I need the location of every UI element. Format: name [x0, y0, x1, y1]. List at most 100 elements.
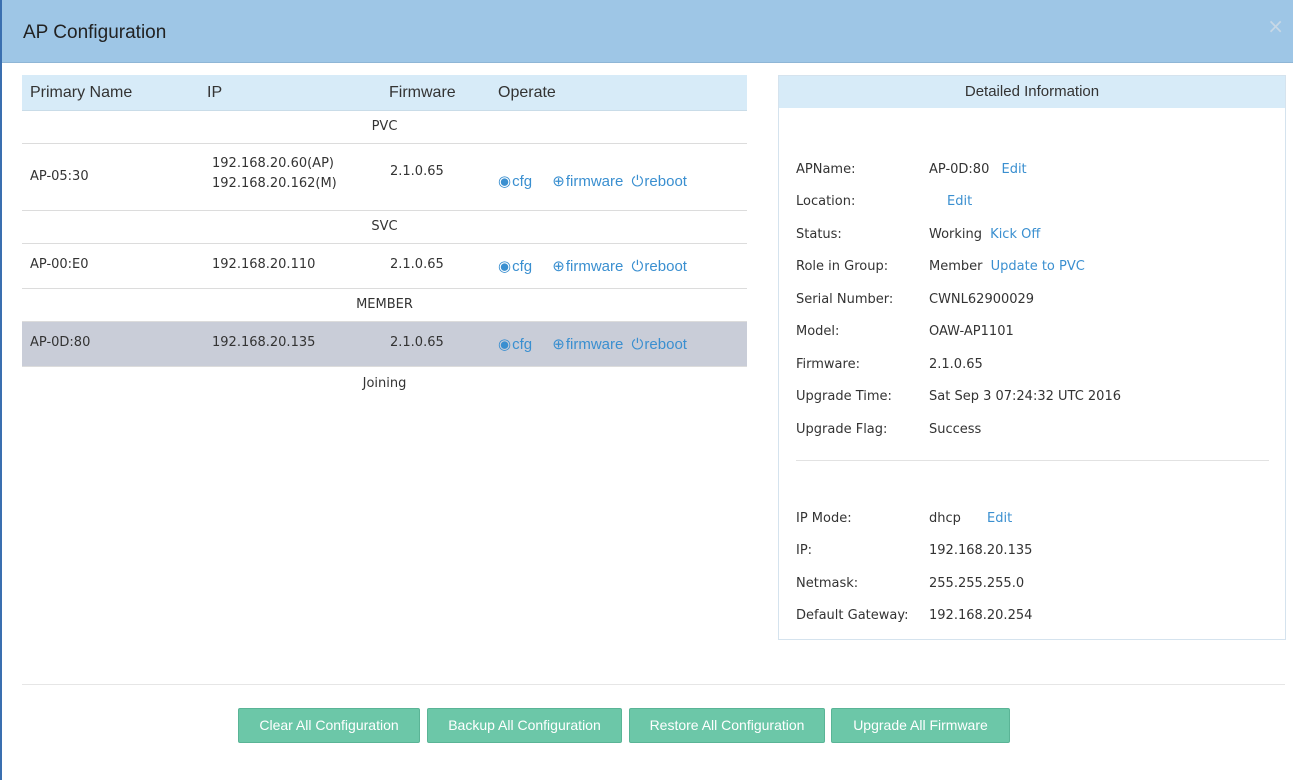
- ap-name: AP-05:30: [30, 169, 89, 184]
- backup-all-configuration-button[interactable]: Backup All Configuration: [427, 708, 622, 743]
- upload-icon: ⊕: [552, 258, 565, 275]
- ap-ip: 192.168.20.110: [212, 257, 316, 272]
- ap-ip-primary: 192.168.20.60(AP): [212, 156, 334, 171]
- ap-name: AP-0D:80: [30, 335, 91, 350]
- cfg-link[interactable]: ◉cfg: [498, 335, 532, 353]
- col-primary-name: Primary Name: [30, 84, 133, 101]
- dialog-header: AP Configuration ×: [2, 0, 1293, 63]
- group-svc: SVC: [22, 211, 747, 244]
- close-icon[interactable]: ×: [1267, 14, 1284, 38]
- ip-value: 192.168.20.135: [929, 543, 1033, 558]
- status-value: Working Kick Off: [929, 227, 1040, 242]
- firmware-label: firmware: [565, 173, 624, 190]
- detail-title: Detailed Information: [779, 76, 1285, 108]
- edit-apname-link[interactable]: Edit: [1001, 162, 1026, 177]
- ip-mode-text: dhcp: [929, 511, 961, 526]
- ip-mode-label: IP Mode:: [796, 511, 852, 526]
- ap-table: Primary Name IP Firmware Operate PVC AP-…: [22, 75, 747, 401]
- serial-value: CWNL62900029: [929, 292, 1035, 307]
- power-icon: ⏻: [631, 173, 644, 190]
- group-pvc: PVC: [22, 111, 747, 144]
- divider: [796, 460, 1269, 461]
- cfg-label: cfg: [512, 336, 533, 353]
- table-header: Primary Name IP Firmware Operate: [22, 75, 747, 111]
- power-icon: ⏻: [631, 258, 644, 275]
- detail-panel: Detailed Information APName: AP-0D:80 Ed…: [778, 75, 1286, 640]
- apname-value: AP-0D:80 Edit: [929, 162, 1027, 177]
- status-label: Status:: [796, 227, 842, 242]
- ap-ip-secondary: 192.168.20.162(M): [212, 176, 337, 191]
- cfg-label: cfg: [512, 258, 533, 275]
- ap-ip: 192.168.20.60(AP) 192.168.20.162(M): [212, 154, 337, 194]
- reboot-link[interactable]: ⏻reboot: [632, 336, 687, 353]
- eye-icon: ◉: [498, 173, 512, 190]
- group-joining: Joining: [362, 376, 407, 391]
- apname-label: APName:: [796, 162, 856, 177]
- gateway-label: Default Gateway:: [796, 608, 909, 623]
- table-row-selected[interactable]: AP-0D:80 192.168.20.135 2.1.0.65 ◉cfg ⊕f…: [22, 322, 747, 367]
- eye-icon: ◉: [498, 258, 512, 275]
- ap-firmware: 2.1.0.65: [390, 164, 444, 179]
- cfg-label: cfg: [512, 173, 533, 190]
- update-to-pvc-link[interactable]: Update to PVC: [991, 259, 1085, 274]
- col-operate: Operate: [498, 84, 556, 101]
- ap-firmware: 2.1.0.65: [390, 335, 444, 350]
- group-member: MEMBER: [22, 289, 747, 322]
- reboot-label: reboot: [644, 336, 687, 353]
- eye-icon: ◉: [498, 336, 512, 353]
- row-operations: ◉cfg ⊕firmware ⏻reboot: [498, 335, 687, 353]
- role-value: Member Update to PVC: [929, 259, 1085, 274]
- cfg-link[interactable]: ◉cfg: [498, 257, 532, 275]
- upgrade-flag-label: Upgrade Flag:: [796, 422, 888, 437]
- clear-all-configuration-button[interactable]: Clear All Configuration: [238, 708, 420, 743]
- edit-location-link[interactable]: Edit: [947, 194, 972, 209]
- gateway-value: 192.168.20.254: [929, 608, 1033, 623]
- power-icon: ⏻: [631, 336, 644, 353]
- dialog-title: AP Configuration: [23, 22, 167, 43]
- ap-ip: 192.168.20.135: [212, 335, 316, 350]
- upgrade-time-label: Upgrade Time:: [796, 389, 892, 404]
- kick-off-link[interactable]: Kick Off: [990, 227, 1040, 242]
- status-text: Working: [929, 227, 983, 242]
- firmware-label: firmware: [565, 258, 624, 275]
- ap-name: AP-00:E0: [30, 257, 89, 272]
- netmask-value: 255.255.255.0: [929, 576, 1025, 591]
- ip-mode-value: dhcp Edit: [929, 511, 1012, 526]
- role-label: Role in Group:: [796, 259, 889, 274]
- firmware-link[interactable]: ⊕firmware: [552, 335, 623, 353]
- left-border: [0, 0, 2, 780]
- table-row[interactable]: AP-00:E0 192.168.20.110 2.1.0.65 ◉cfg ⊕f…: [22, 244, 747, 289]
- serial-label: Serial Number:: [796, 292, 894, 307]
- reboot-link[interactable]: ⏻reboot: [632, 258, 687, 275]
- table-row[interactable]: AP-05:30 192.168.20.60(AP) 192.168.20.16…: [22, 144, 747, 211]
- apname-text: AP-0D:80: [929, 162, 990, 177]
- row-operations: ◉cfg ⊕firmware ⏻reboot: [498, 257, 687, 275]
- row-operations: ◉cfg ⊕firmware ⏻reboot: [498, 172, 687, 190]
- upload-icon: ⊕: [552, 336, 565, 353]
- model-value: OAW-AP1101: [929, 324, 1014, 339]
- role-text: Member: [929, 259, 983, 274]
- firmware-link[interactable]: ⊕firmware: [552, 172, 623, 190]
- ip-label: IP:: [796, 543, 813, 558]
- reboot-label: reboot: [644, 173, 687, 190]
- firmware-label: firmware: [565, 336, 624, 353]
- location-label: Location:: [796, 194, 856, 209]
- upgrade-all-firmware-button[interactable]: Upgrade All Firmware: [831, 708, 1010, 743]
- restore-all-configuration-button[interactable]: Restore All Configuration: [629, 708, 825, 743]
- ap-firmware: 2.1.0.65: [390, 257, 444, 272]
- upgrade-time-value: Sat Sep 3 07:24:32 UTC 2016: [929, 389, 1121, 404]
- edit-ip-mode-link[interactable]: Edit: [987, 511, 1012, 526]
- upload-icon: ⊕: [552, 173, 565, 190]
- upgrade-flag-value: Success: [929, 422, 982, 437]
- firmware-label: Firmware:: [796, 357, 860, 372]
- col-ip: IP: [207, 84, 223, 101]
- cfg-link[interactable]: ◉cfg: [498, 172, 532, 190]
- reboot-link[interactable]: ⏻reboot: [632, 173, 687, 190]
- col-firmware: Firmware: [389, 84, 456, 101]
- model-label: Model:: [796, 324, 840, 339]
- reboot-label: reboot: [644, 258, 687, 275]
- netmask-label: Netmask:: [796, 576, 859, 591]
- firmware-link[interactable]: ⊕firmware: [552, 257, 623, 275]
- footer-divider: [22, 684, 1285, 685]
- firmware-value: 2.1.0.65: [929, 357, 983, 372]
